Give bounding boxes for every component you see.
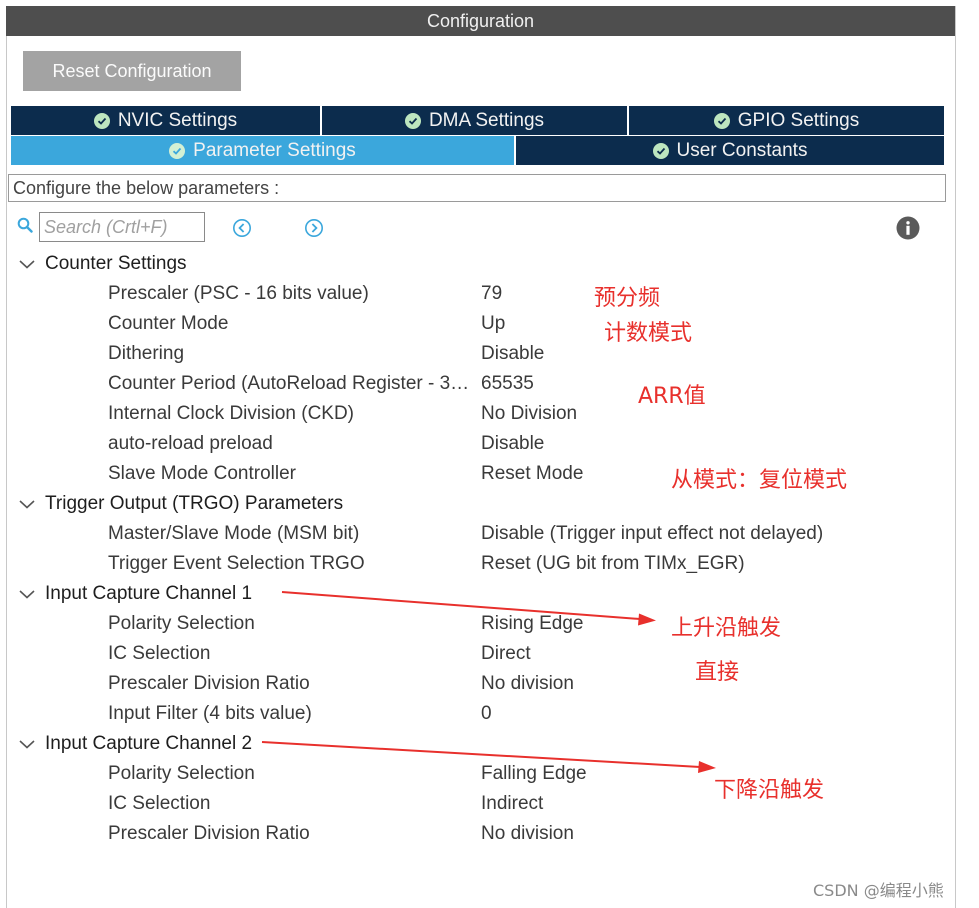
annotation-arrows xyxy=(261,591,716,773)
arrow-channel-1 xyxy=(281,591,656,626)
watermark: CSDN @编程小熊 xyxy=(813,881,944,900)
arrow-channel-2 xyxy=(261,741,716,773)
